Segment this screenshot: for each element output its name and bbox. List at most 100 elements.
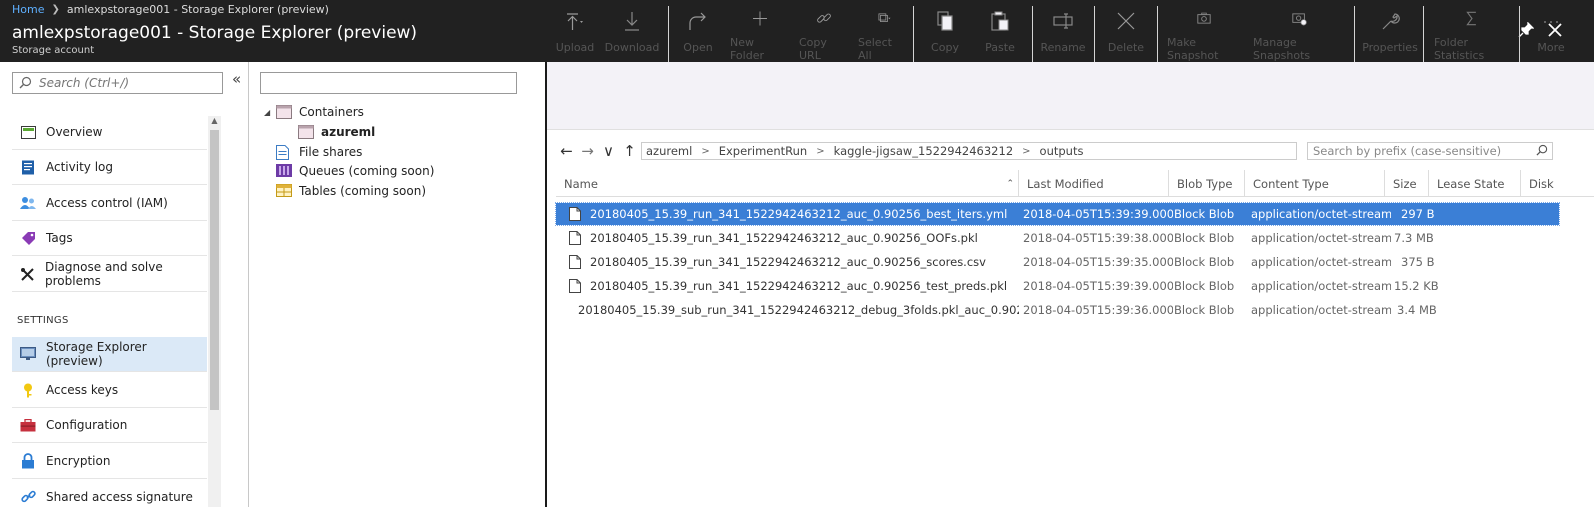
menu-scrollbar-thumb[interactable] [210, 130, 219, 410]
tree-node-label: Tables (coming soon) [299, 184, 427, 198]
navigation-bar: ← → ∨ ↑ [556, 142, 640, 160]
tree-node-containers[interactable]: ◢ Containers [264, 105, 364, 119]
copy-url-button[interactable]: Copy URL [799, 10, 849, 62]
page-subtitle: Storage account [12, 45, 95, 56]
delete-button[interactable]: Delete [1106, 10, 1146, 62]
path-segment[interactable]: ExperimentRun [719, 144, 808, 158]
menu-item-label: Encryption [46, 454, 111, 468]
paste-button[interactable]: Paste [982, 10, 1018, 62]
cell-blob-type: Block Blob [1174, 231, 1235, 245]
column-header-disk[interactable]: Disk [1521, 170, 1594, 197]
up-arrow-icon[interactable]: ↑ [619, 142, 640, 160]
new-folder-button[interactable]: New Folder [730, 10, 790, 62]
path-breadcrumb[interactable]: azureml > ExperimentRun > kaggle-jigsaw_… [641, 142, 1297, 160]
cell-last-modified: 2018-04-05T15:39:39.000Z [1023, 279, 1173, 293]
folder-statistics-button[interactable]: Folder Statistics [1434, 10, 1510, 62]
file-share-icon [276, 145, 292, 160]
breadcrumb-current: amlexpstorage001 - Storage Explorer (pre… [66, 3, 329, 16]
paste-icon [991, 11, 1009, 31]
menu-item-tags[interactable]: Tags [12, 221, 207, 256]
rename-button[interactable]: Rename [1040, 10, 1086, 62]
expand-triangle-icon[interactable]: ◢ [264, 108, 276, 117]
scroll-up-icon[interactable]: ▲ [209, 116, 220, 125]
table-row[interactable]: 20180405_15.39_run_341_1522942463212_auc… [556, 275, 1559, 297]
column-header-content-type[interactable]: Content Type [1245, 170, 1385, 197]
menu-item-activity-log[interactable]: Activity log [12, 150, 207, 185]
sigma-icon [1466, 11, 1476, 26]
file-icon [569, 255, 581, 269]
cell-name: 20180405_15.39_run_341_1522942463212_auc… [556, 203, 1019, 225]
people-icon [20, 195, 36, 211]
menu-search-input[interactable] [12, 72, 223, 94]
tree-node-label: Containers [299, 105, 364, 119]
copy-icon [937, 11, 953, 31]
upload-icon [567, 13, 583, 30]
cell-name: 20180405_15.39_run_341_1522942463212_auc… [556, 275, 1019, 297]
menu-item-shared-access-signature[interactable]: Shared access signature [12, 479, 207, 507]
path-segment[interactable]: kaggle-jigsaw_1522942463212 [834, 144, 1014, 158]
tree-node-azureml[interactable]: azureml [298, 125, 375, 139]
menu-item-label: Overview [46, 125, 103, 139]
cell-name: 20180405_15.39_run_341_1522942463212_auc… [556, 251, 1019, 273]
breadcrumb-home-link[interactable]: Home [12, 3, 44, 16]
cell-size: 7.3 MB [1394, 231, 1434, 245]
properties-button[interactable]: Properties [1362, 10, 1418, 62]
camera-icon [1197, 12, 1211, 24]
menu-item-access-control[interactable]: Access control (IAM) [12, 186, 207, 221]
pane-divider[interactable] [248, 62, 249, 507]
open-arrow-icon [689, 12, 706, 30]
table-row[interactable]: 20180405_15.39_run_341_1522942463212_auc… [555, 202, 1560, 226]
upload-button[interactable]: Upload [556, 10, 594, 62]
column-header-last-modified[interactable]: Last Modified [1019, 170, 1169, 197]
make-snapshot-button[interactable]: Make Snapshot [1167, 10, 1241, 62]
prefix-search-input[interactable]: Search by prefix (case-sensitive) [1307, 142, 1553, 160]
manage-snapshots-icon [1292, 13, 1307, 26]
select-all-button[interactable]: Select All [858, 10, 906, 62]
tools-icon [20, 266, 35, 282]
tree-node-label: Queues (coming soon) [299, 164, 435, 178]
column-header-lease-state[interactable]: Lease State [1429, 170, 1521, 197]
menu-item-diagnose[interactable]: Diagnose and solve problems [12, 257, 207, 292]
forward-arrow-icon[interactable]: → [577, 142, 598, 160]
menu-item-label: Storage Explorer (preview) [46, 340, 147, 368]
search-icon[interactable] [1536, 144, 1548, 159]
tree-node-tables[interactable]: Tables (coming soon) [276, 184, 426, 198]
link-icon [817, 13, 831, 23]
table-row[interactable]: 20180405_15.39_run_341_1522942463212_auc… [556, 251, 1559, 273]
cell-content-type: application/octet-stream [1251, 279, 1391, 293]
collapse-menu-button[interactable]: « [232, 70, 241, 88]
copy-button[interactable]: Copy [927, 10, 963, 62]
download-button[interactable]: Download [605, 10, 659, 62]
file-icon [569, 231, 581, 245]
cell-last-modified: 2018-04-05T15:39:36.000Z [1023, 303, 1173, 317]
toolbar-separator [1032, 6, 1033, 62]
chevron-right-icon: ❯ [51, 4, 60, 15]
download-icon [625, 12, 639, 31]
search-icon [19, 76, 33, 90]
path-segment[interactable]: outputs [1040, 144, 1084, 158]
manage-snapshots-button[interactable]: Manage Snapshots [1253, 10, 1345, 62]
menu-item-configuration[interactable]: Configuration [12, 408, 207, 443]
tree-node-queues[interactable]: Queues (coming soon) [276, 164, 434, 178]
path-segment[interactable]: azureml [646, 144, 692, 158]
menu-item-access-keys[interactable]: Access keys [12, 373, 207, 408]
cell-content-type: application/octet-stream [1251, 303, 1391, 317]
more-button[interactable]: More [1535, 10, 1567, 62]
menu-item-label: Access keys [46, 383, 119, 397]
activity-log-icon [20, 159, 36, 175]
column-header-name[interactable]: Name ⌃ [556, 170, 1019, 197]
tree-filter-input[interactable] [260, 72, 517, 94]
table-row[interactable]: 20180405_15.39_run_341_1522942463212_auc… [556, 227, 1559, 249]
column-header-blob-type[interactable]: Blob Type [1169, 170, 1245, 197]
table-row[interactable]: 20180405_15.39_sub_run_341_1522942463212… [556, 299, 1559, 321]
column-header-size[interactable]: Size [1385, 170, 1429, 197]
file-icon [569, 207, 581, 221]
menu-item-overview[interactable]: Overview [12, 115, 207, 150]
tree-node-file-shares[interactable]: File shares [276, 145, 362, 160]
menu-item-encryption[interactable]: Encryption [12, 444, 207, 479]
chevron-down-icon[interactable]: ∨ [598, 142, 619, 160]
open-button[interactable]: Open [680, 10, 716, 62]
menu-item-storage-explorer[interactable]: Storage Explorer (preview) [12, 337, 207, 372]
back-arrow-icon[interactable]: ← [556, 142, 577, 160]
menu-search-field[interactable] [39, 76, 219, 90]
